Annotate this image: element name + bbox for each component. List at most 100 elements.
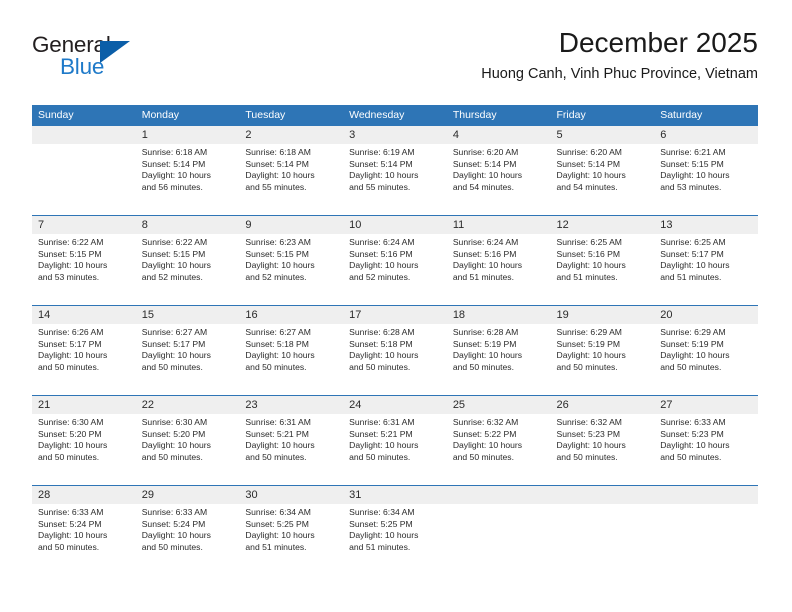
sunrise-time: Sunrise: 6:34 AM	[245, 507, 311, 517]
sunset-time: Sunset: 5:21 PM	[245, 428, 309, 439]
day-cell[interactable]: Sunrise: 6:33 AM Sunset: 5:24 PM Daylight:…	[32, 504, 136, 575]
day-header-wednesday: Wednesday	[349, 109, 405, 121]
date-number[interactable]: 9	[239, 216, 343, 234]
date-number[interactable]: 29	[136, 486, 240, 504]
day-cell[interactable]: Sunrise: 6:33 AM Sunset: 5:23 PM Daylight:…	[654, 414, 758, 485]
day-cell[interactable]: Sunrise: 6:28 AM Sunset: 5:19 PM Daylight:…	[447, 324, 551, 395]
week-date-number-row: 14 15 16 17 18 19 20	[32, 306, 758, 324]
date-number[interactable]: 6	[654, 126, 758, 144]
week-detail-row: Sunrise: 6:30 AM Sunset: 5:20 PM Daylight:…	[32, 414, 758, 485]
daylight-duration-line1: Daylight: 10 hours	[349, 440, 419, 451]
day-cell[interactable]: Sunrise: 6:30 AM Sunset: 5:20 PM Daylight:…	[136, 414, 240, 485]
daylight-duration-line2: and 54 minutes.	[452, 181, 514, 192]
day-cell[interactable]: Sunrise: 6:18 AM Sunset: 5:14 PM Daylight:…	[239, 144, 343, 215]
daylight-duration-line2: and 50 minutes.	[556, 361, 618, 372]
day-cell[interactable]: Sunrise: 6:20 AM Sunset: 5:14 PM Daylight:…	[551, 144, 655, 215]
daylight-duration-line2: and 51 minutes.	[349, 541, 411, 552]
date-number[interactable]: 17	[343, 306, 447, 324]
date-number[interactable]: 1	[136, 126, 240, 144]
date-number[interactable]: 7	[32, 216, 136, 234]
date-number[interactable]: 12	[551, 216, 655, 234]
daylight-duration-line2: and 50 minutes.	[349, 361, 411, 372]
day-cell[interactable]: Sunrise: 6:18 AM Sunset: 5:14 PM Daylight:…	[136, 144, 240, 215]
day-cell-empty	[447, 504, 551, 575]
calendar-week-row: 14 15 16 17 18 19 20 Sunrise: 6:26 AM Sunset: 5:…	[32, 305, 758, 395]
sunset-time: Sunset: 5:15 PM	[38, 248, 102, 259]
daylight-duration-line2: and 55 minutes.	[245, 181, 307, 192]
day-cell[interactable]: Sunrise: 6:22 AM Sunset: 5:15 PM Daylight:…	[32, 234, 136, 305]
day-cell[interactable]: Sunrise: 6:32 AM Sunset: 5:23 PM Daylight:…	[551, 414, 655, 485]
date-number[interactable]: 27	[654, 396, 758, 414]
date-number[interactable]: 25	[447, 396, 551, 414]
daylight-duration-line1: Daylight: 10 hours	[556, 350, 626, 361]
day-cell[interactable]: Sunrise: 6:19 AM Sunset: 5:14 PM Daylight:…	[343, 144, 447, 215]
sunrise-time: Sunrise: 6:33 AM	[141, 507, 208, 517]
date-number[interactable]: 22	[136, 396, 240, 414]
daylight-duration-line2: and 50 minutes.	[660, 361, 722, 372]
date-number[interactable]: 8	[136, 216, 240, 234]
week-detail-row: Sunrise: 6:22 AM Sunset: 5:15 PM Daylight:…	[32, 234, 758, 305]
daylight-duration-line2: and 52 minutes.	[349, 271, 411, 282]
daylight-duration-line1: Daylight: 10 hours	[556, 260, 626, 271]
day-cell[interactable]: Sunrise: 6:32 AM Sunset: 5:22 PM Daylight:…	[447, 414, 551, 485]
date-number[interactable]: 24	[343, 396, 447, 414]
date-number[interactable]: 5	[551, 126, 655, 144]
day-cell[interactable]: Sunrise: 6:25 AM Sunset: 5:16 PM Daylight:…	[551, 234, 655, 305]
day-cell[interactable]: Sunrise: 6:20 AM Sunset: 5:14 PM Daylight:…	[447, 144, 551, 215]
date-number[interactable]: 31	[343, 486, 447, 504]
day-cell[interactable]: Sunrise: 6:21 AM Sunset: 5:15 PM Daylight:…	[654, 144, 758, 215]
date-number[interactable]: 13	[654, 216, 758, 234]
date-number[interactable]: 3	[343, 126, 447, 144]
sunrise-time: Sunrise: 6:29 AM	[556, 327, 622, 337]
day-cell[interactable]: Sunrise: 6:29 AM Sunset: 5:19 PM Daylight:…	[654, 324, 758, 395]
date-number[interactable]: 23	[239, 396, 343, 414]
sunrise-time: Sunrise: 6:28 AM	[452, 327, 519, 337]
sunset-time: Sunset: 5:24 PM	[141, 518, 206, 529]
day-cell[interactable]: Sunrise: 6:23 AM Sunset: 5:15 PM Daylight:…	[239, 234, 343, 305]
daylight-duration-line2: and 50 minutes.	[141, 541, 203, 552]
date-number[interactable]: 14	[32, 306, 136, 324]
daylight-duration-line2: and 51 minutes.	[660, 271, 722, 282]
title-block: December 2025 Huong Canh, Vinh Phuc Prov…	[481, 27, 758, 82]
daylight-duration-line1: Daylight: 10 hours	[556, 440, 626, 451]
day-cell[interactable]: Sunrise: 6:26 AM Sunset: 5:17 PM Daylight:…	[32, 324, 136, 395]
date-number[interactable]: 30	[239, 486, 343, 504]
date-number[interactable]: 18	[447, 306, 551, 324]
day-cell[interactable]: Sunrise: 6:31 AM Sunset: 5:21 PM Daylight:…	[343, 414, 447, 485]
day-cell[interactable]: Sunrise: 6:24 AM Sunset: 5:16 PM Daylight:…	[343, 234, 447, 305]
day-cell[interactable]: Sunrise: 6:24 AM Sunset: 5:16 PM Daylight:…	[447, 234, 551, 305]
daylight-duration-line1: Daylight: 10 hours	[349, 530, 419, 541]
daylight-duration-line2: and 50 minutes.	[38, 451, 100, 462]
date-number[interactable]: 11	[447, 216, 551, 234]
sunset-time: Sunset: 5:19 PM	[556, 338, 621, 349]
day-cell[interactable]: Sunrise: 6:29 AM Sunset: 5:19 PM Daylight:…	[551, 324, 655, 395]
day-cell[interactable]: Sunrise: 6:25 AM Sunset: 5:17 PM Daylight:…	[654, 234, 758, 305]
date-number[interactable]: 21	[32, 396, 136, 414]
daylight-duration-line1: Daylight: 10 hours	[349, 170, 419, 181]
day-cell[interactable]: Sunrise: 6:28 AM Sunset: 5:18 PM Daylight:…	[343, 324, 447, 395]
day-cell[interactable]: Sunrise: 6:27 AM Sunset: 5:17 PM Daylight:…	[136, 324, 240, 395]
date-number[interactable]: 26	[551, 396, 655, 414]
daylight-duration-line1: Daylight: 10 hours	[452, 440, 523, 451]
daylight-duration-line2: and 51 minutes.	[556, 271, 618, 282]
date-number[interactable]: 19	[551, 306, 655, 324]
date-number[interactable]: 15	[136, 306, 240, 324]
date-number[interactable]: 28	[32, 486, 136, 504]
day-cell[interactable]: Sunrise: 6:34 AM Sunset: 5:25 PM Daylight:…	[343, 504, 447, 575]
date-number[interactable]: 4	[447, 126, 551, 144]
date-number[interactable]: 10	[343, 216, 447, 234]
daylight-duration-line2: and 53 minutes.	[38, 271, 100, 282]
day-cell[interactable]: Sunrise: 6:31 AM Sunset: 5:21 PM Daylight:…	[239, 414, 343, 485]
day-cell[interactable]: Sunrise: 6:22 AM Sunset: 5:15 PM Daylight:…	[136, 234, 240, 305]
date-number[interactable]: 2	[239, 126, 343, 144]
date-number[interactable]: 20	[654, 306, 758, 324]
daylight-duration-line2: and 54 minutes.	[556, 181, 618, 192]
daylight-duration-line1: Daylight: 10 hours	[38, 350, 108, 361]
day-cell[interactable]: Sunrise: 6:34 AM Sunset: 5:25 PM Daylight:…	[239, 504, 343, 575]
day-cell[interactable]: Sunrise: 6:30 AM Sunset: 5:20 PM Daylight:…	[32, 414, 136, 485]
sunrise-time: Sunrise: 6:24 AM	[452, 237, 519, 247]
page-header: General Blue December 2025 Huong Canh, V…	[0, 0, 792, 100]
day-cell[interactable]: Sunrise: 6:33 AM Sunset: 5:24 PM Daylight:…	[136, 504, 240, 575]
date-number[interactable]: 16	[239, 306, 343, 324]
day-cell[interactable]: Sunrise: 6:27 AM Sunset: 5:18 PM Daylight:…	[239, 324, 343, 395]
